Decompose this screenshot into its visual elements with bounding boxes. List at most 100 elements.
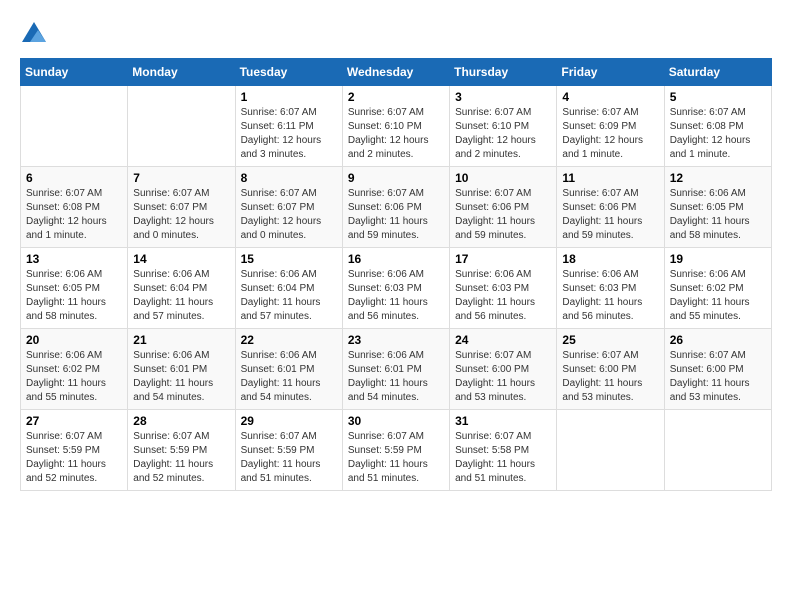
day-number: 2	[348, 90, 444, 104]
cell-content: Sunrise: 6:07 AMSunset: 6:11 PMDaylight:…	[241, 106, 337, 162]
day-number: 22	[241, 333, 337, 347]
day-number: 28	[133, 414, 229, 428]
calendar-cell: 1 Sunrise: 6:07 AMSunset: 6:11 PMDaylight…	[235, 86, 342, 167]
cell-content: Sunrise: 6:06 AMSunset: 6:04 PMDaylight:…	[241, 268, 337, 324]
day-number: 9	[348, 171, 444, 185]
cell-content: Sunrise: 6:07 AMSunset: 6:00 PMDaylight:…	[455, 349, 551, 405]
day-number: 6	[26, 171, 122, 185]
cell-content: Sunrise: 6:07 AMSunset: 5:59 PMDaylight:…	[26, 430, 122, 486]
calendar-cell: 16 Sunrise: 6:06 AMSunset: 6:03 PMDayligh…	[342, 248, 449, 329]
cell-content: Sunrise: 6:06 AMSunset: 6:02 PMDaylight:…	[670, 268, 766, 324]
calendar-cell: 8Sunrise: 6:07 AMSunset: 6:07 PMDaylight…	[235, 167, 342, 248]
calendar-cell: 17 Sunrise: 6:06 AMSunset: 6:03 PMDayligh…	[450, 248, 557, 329]
calendar-cell: 12 Sunrise: 6:06 AMSunset: 6:05 PMDayligh…	[664, 167, 771, 248]
calendar-header: SundayMondayTuesdayWednesdayThursdayFrid…	[21, 59, 772, 86]
cell-content: Sunrise: 6:07 AMSunset: 6:00 PMDaylight:…	[670, 349, 766, 405]
cell-content: Sunrise: 6:06 AMSunset: 6:01 PMDaylight:…	[133, 349, 229, 405]
day-number: 20	[26, 333, 122, 347]
day-number: 16	[348, 252, 444, 266]
calendar-cell: 7Sunrise: 6:07 AMSunset: 6:07 PMDaylight…	[128, 167, 235, 248]
cell-content: Sunrise: 6:07 AMSunset: 5:59 PMDaylight:…	[133, 430, 229, 486]
cell-content: Sunrise: 6:06 AMSunset: 6:05 PMDaylight:…	[26, 268, 122, 324]
calendar-cell: 6 Sunrise: 6:07 AMSunset: 6:08 PMDaylight…	[21, 167, 128, 248]
logo	[20, 20, 52, 48]
day-number: 29	[241, 414, 337, 428]
calendar-cell	[21, 86, 128, 167]
cell-content: Sunrise: 6:06 AMSunset: 6:03 PMDaylight:…	[562, 268, 658, 324]
day-number: 1	[241, 90, 337, 104]
cell-content: Sunrise: 6:07 AMSunset: 6:06 PMDaylight:…	[562, 187, 658, 243]
day-number: 27	[26, 414, 122, 428]
calendar-cell: 9 Sunrise: 6:07 AMSunset: 6:06 PMDaylight…	[342, 167, 449, 248]
calendar-cell	[664, 410, 771, 491]
cell-content: Sunrise: 6:07 AMSunset: 6:06 PMDaylight:…	[455, 187, 551, 243]
day-number: 12	[670, 171, 766, 185]
header-cell-tuesday: Tuesday	[235, 59, 342, 86]
calendar-cell: 18 Sunrise: 6:06 AMSunset: 6:03 PMDayligh…	[557, 248, 664, 329]
cell-content: Sunrise: 6:06 AMSunset: 6:01 PMDaylight:…	[241, 349, 337, 405]
calendar-cell: 22 Sunrise: 6:06 AMSunset: 6:01 PMDayligh…	[235, 329, 342, 410]
calendar-cell: 27 Sunrise: 6:07 AMSunset: 5:59 PMDayligh…	[21, 410, 128, 491]
calendar-cell: 15Sunrise: 6:06 AMSunset: 6:04 PMDayligh…	[235, 248, 342, 329]
day-number: 7	[133, 171, 229, 185]
header-cell-wednesday: Wednesday	[342, 59, 449, 86]
calendar-cell: 13 Sunrise: 6:06 AMSunset: 6:05 PMDayligh…	[21, 248, 128, 329]
week-row-1: 6 Sunrise: 6:07 AMSunset: 6:08 PMDaylight…	[21, 167, 772, 248]
week-row-2: 13 Sunrise: 6:06 AMSunset: 6:05 PMDayligh…	[21, 248, 772, 329]
day-number: 21	[133, 333, 229, 347]
calendar-body: 1 Sunrise: 6:07 AMSunset: 6:11 PMDaylight…	[21, 86, 772, 491]
cell-content: Sunrise: 6:06 AMSunset: 6:04 PMDaylight:…	[133, 268, 229, 324]
cell-content: Sunrise: 6:07 AMSunset: 5:59 PMDaylight:…	[348, 430, 444, 486]
calendar-cell: 20Sunrise: 6:06 AMSunset: 6:02 PMDayligh…	[21, 329, 128, 410]
calendar-cell: 28 Sunrise: 6:07 AMSunset: 5:59 PMDayligh…	[128, 410, 235, 491]
calendar-table: SundayMondayTuesdayWednesdayThursdayFrid…	[20, 58, 772, 491]
day-number: 11	[562, 171, 658, 185]
week-row-3: 20Sunrise: 6:06 AMSunset: 6:02 PMDayligh…	[21, 329, 772, 410]
cell-content: Sunrise: 6:06 AMSunset: 6:05 PMDaylight:…	[670, 187, 766, 243]
calendar-cell: 30 Sunrise: 6:07 AMSunset: 5:59 PMDayligh…	[342, 410, 449, 491]
calendar-cell: 19Sunrise: 6:06 AMSunset: 6:02 PMDayligh…	[664, 248, 771, 329]
cell-content: Sunrise: 6:07 AMSunset: 6:08 PMDaylight:…	[26, 187, 122, 243]
cell-content: Sunrise: 6:07 AMSunset: 6:08 PMDaylight:…	[670, 106, 766, 162]
cell-content: Sunrise: 6:07 AMSunset: 6:07 PMDaylight:…	[241, 187, 337, 243]
calendar-cell: 2Sunrise: 6:07 AMSunset: 6:10 PMDaylight…	[342, 86, 449, 167]
cell-content: Sunrise: 6:07 AMSunset: 6:09 PMDaylight:…	[562, 106, 658, 162]
calendar-cell	[128, 86, 235, 167]
calendar-cell: 3 Sunrise: 6:07 AMSunset: 6:10 PMDaylight…	[450, 86, 557, 167]
week-row-0: 1 Sunrise: 6:07 AMSunset: 6:11 PMDaylight…	[21, 86, 772, 167]
logo-icon	[20, 20, 48, 48]
calendar-cell: 10 Sunrise: 6:07 AMSunset: 6:06 PMDayligh…	[450, 167, 557, 248]
cell-content: Sunrise: 6:06 AMSunset: 6:01 PMDaylight:…	[348, 349, 444, 405]
header-cell-thursday: Thursday	[450, 59, 557, 86]
calendar-cell: 11 Sunrise: 6:07 AMSunset: 6:06 PMDayligh…	[557, 167, 664, 248]
cell-content: Sunrise: 6:07 AMSunset: 6:10 PMDaylight:…	[455, 106, 551, 162]
cell-content: Sunrise: 6:06 AMSunset: 6:03 PMDaylight:…	[455, 268, 551, 324]
header-cell-sunday: Sunday	[21, 59, 128, 86]
calendar-cell: 5Sunrise: 6:07 AMSunset: 6:08 PMDaylight…	[664, 86, 771, 167]
cell-content: Sunrise: 6:07 AMSunset: 5:58 PMDaylight:…	[455, 430, 551, 486]
cell-content: Sunrise: 6:07 AMSunset: 5:59 PMDaylight:…	[241, 430, 337, 486]
cell-content: Sunrise: 6:07 AMSunset: 6:00 PMDaylight:…	[562, 349, 658, 405]
day-number: 23	[348, 333, 444, 347]
calendar-cell: 14 Sunrise: 6:06 AMSunset: 6:04 PMDayligh…	[128, 248, 235, 329]
calendar-cell: 24Sunrise: 6:07 AMSunset: 6:00 PMDayligh…	[450, 329, 557, 410]
calendar-cell: 29 Sunrise: 6:07 AMSunset: 5:59 PMDayligh…	[235, 410, 342, 491]
cell-content: Sunrise: 6:07 AMSunset: 6:06 PMDaylight:…	[348, 187, 444, 243]
day-number: 4	[562, 90, 658, 104]
cell-content: Sunrise: 6:06 AMSunset: 6:03 PMDaylight:…	[348, 268, 444, 324]
day-number: 13	[26, 252, 122, 266]
week-row-4: 27 Sunrise: 6:07 AMSunset: 5:59 PMDayligh…	[21, 410, 772, 491]
calendar-cell	[557, 410, 664, 491]
calendar-cell: 4 Sunrise: 6:07 AMSunset: 6:09 PMDaylight…	[557, 86, 664, 167]
header-row: SundayMondayTuesdayWednesdayThursdayFrid…	[21, 59, 772, 86]
day-number: 3	[455, 90, 551, 104]
day-number: 18	[562, 252, 658, 266]
calendar-cell: 31 Sunrise: 6:07 AMSunset: 5:58 PMDayligh…	[450, 410, 557, 491]
day-number: 25	[562, 333, 658, 347]
day-number: 30	[348, 414, 444, 428]
day-number: 17	[455, 252, 551, 266]
page-header	[20, 20, 772, 48]
day-number: 31	[455, 414, 551, 428]
day-number: 10	[455, 171, 551, 185]
day-number: 14	[133, 252, 229, 266]
